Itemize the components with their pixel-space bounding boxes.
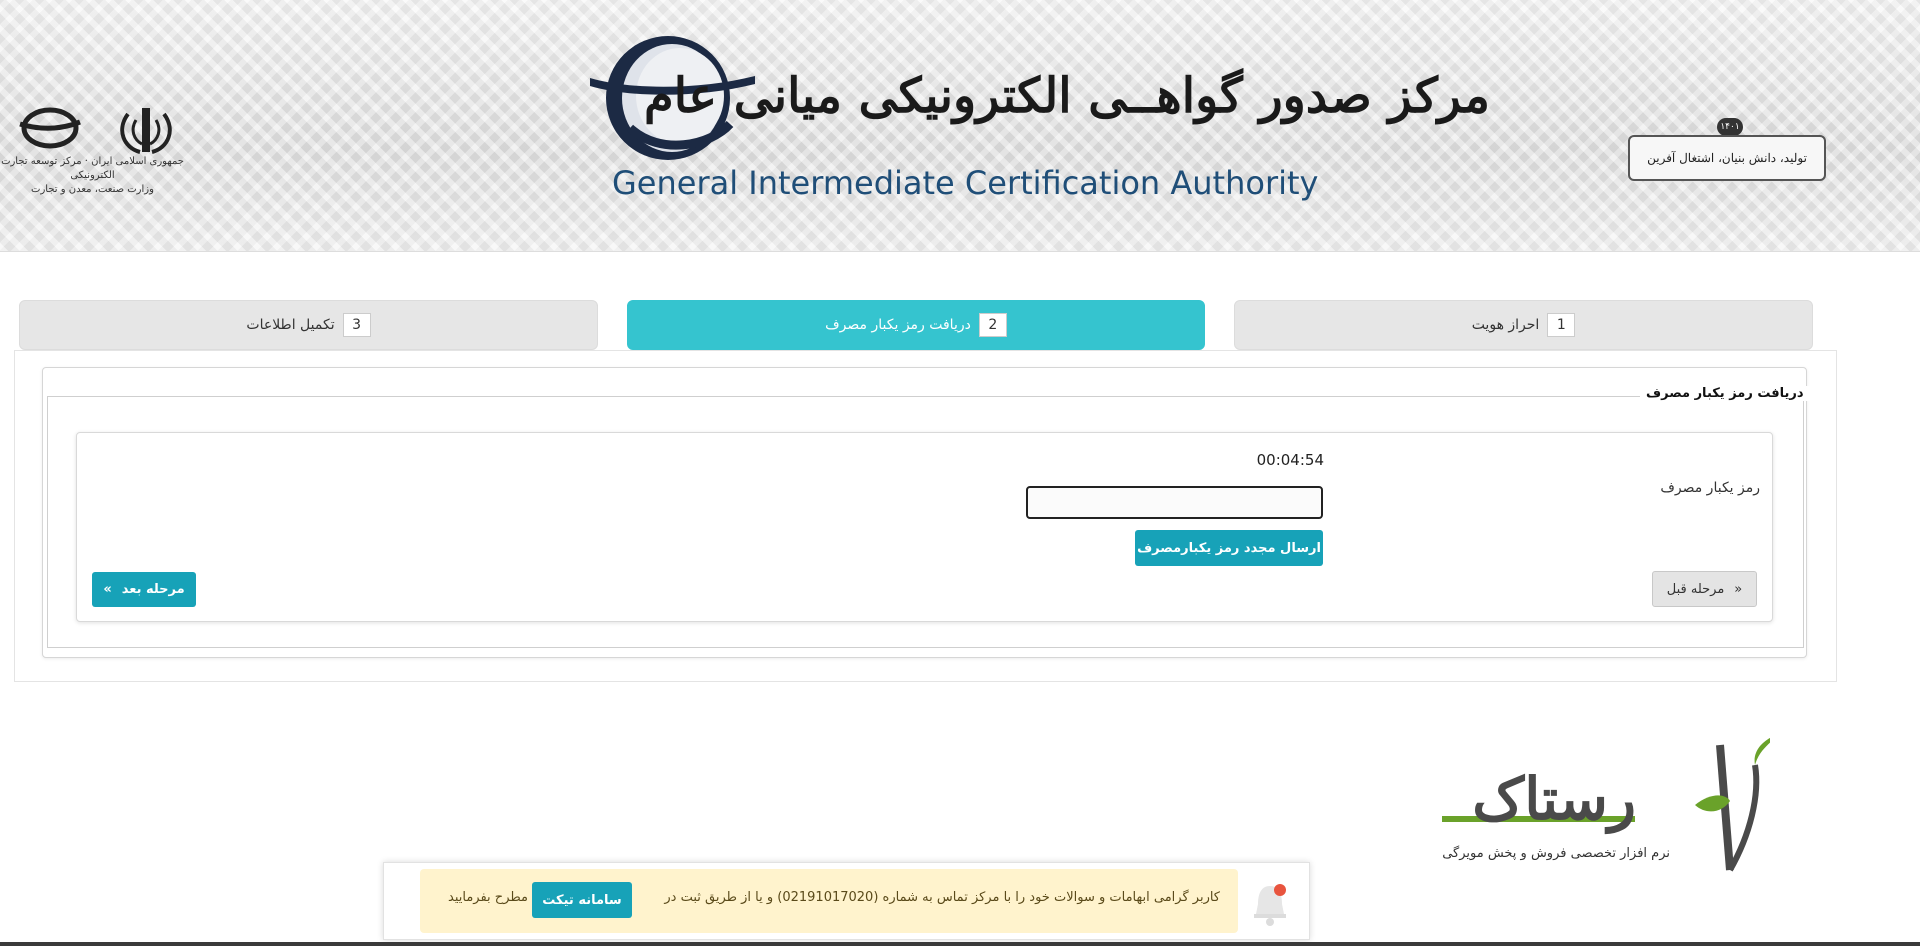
step-tab-identity[interactable]: 1 احراز هویت bbox=[1234, 300, 1813, 350]
bottom-strip bbox=[0, 942, 1920, 946]
site-title-fa: مرکز صدور گواهــی الکترونیکی میانی عام bbox=[644, 68, 1490, 124]
otp-label: رمز یکبار مصرف bbox=[1660, 480, 1760, 496]
double-chevron-left-icon: » bbox=[103, 582, 112, 597]
otp-input[interactable] bbox=[1026, 486, 1323, 519]
next-step-label: مرحله بعد bbox=[121, 582, 185, 597]
next-step-button[interactable]: مرحله بعد » bbox=[92, 572, 196, 607]
ticket-system-button[interactable]: سامانه تیکت bbox=[532, 882, 632, 918]
site-title-en: General Intermediate Certification Autho… bbox=[612, 164, 1319, 202]
step-label: احراز هویت bbox=[1471, 317, 1540, 333]
step-number: 3 bbox=[342, 313, 371, 337]
slogan-year-badge: ۱۴۰۱ bbox=[1717, 118, 1743, 136]
slogan-frame: تولید، دانش بنیان، اشتغال آفرین bbox=[1628, 135, 1826, 181]
prev-step-label: مرحله قبل bbox=[1666, 581, 1725, 597]
step-label: دریافت رمز یکبار مصرف bbox=[825, 317, 971, 333]
step-number: 1 bbox=[1547, 313, 1576, 337]
rostak-tagline: نرم افزار تخصصی فروش و پخش مویرگی bbox=[1442, 846, 1670, 861]
step-number: 2 bbox=[978, 313, 1007, 337]
step-tab-otp[interactable]: 2 دریافت رمز یکبار مصرف bbox=[627, 300, 1205, 350]
bell-icon bbox=[1254, 884, 1286, 926]
resend-otp-button[interactable]: ارسال مجدد رمز یکبارمصرف bbox=[1135, 530, 1323, 566]
notification-text: کاربر گرامی ابهامات و سوالات خود را با م… bbox=[664, 890, 1220, 905]
countdown-timer: 00:04:54 bbox=[1256, 451, 1324, 469]
double-chevron-right-icon: « bbox=[1734, 581, 1743, 597]
otp-form-box bbox=[76, 432, 1773, 622]
section-title: دریافت رمز یکبار مصرف bbox=[1640, 386, 1810, 401]
header-banner bbox=[0, 0, 1920, 252]
step-label: تکمیل اطلاعات bbox=[246, 317, 335, 333]
rostak-wordmark: رستاک bbox=[1472, 765, 1636, 833]
prev-step-button[interactable]: « مرحله قبل bbox=[1652, 571, 1757, 607]
step-tab-complete-info[interactable]: 3 تکمیل اطلاعات bbox=[19, 300, 598, 350]
notification-text-end: مطرح بفرمایید bbox=[448, 890, 528, 905]
ministry-text: جمهوری اسلامی ایران · مرکز توسعه تجارت ا… bbox=[1, 156, 184, 195]
